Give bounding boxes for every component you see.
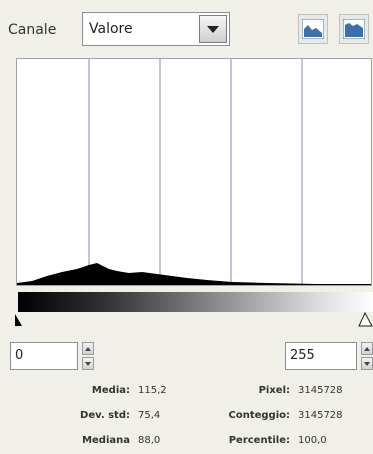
high-range-handle[interactable] [358,312,373,327]
low-range-spinner[interactable] [82,342,94,370]
percentile-value: 100,0 [298,435,327,446]
logarithmic-histogram-icon [343,19,365,39]
stddev-value: 75,4 [138,410,161,421]
mean-value: 115,2 [138,385,167,396]
chevron-down-icon [207,25,219,33]
percentile-label: Percentile: [228,435,290,446]
low-range-input[interactable]: 0 [10,342,78,370]
logarithmic-histogram-button[interactable] [339,14,369,44]
spin-up-button[interactable] [361,342,373,355]
channel-select[interactable]: Valore [82,12,230,46]
value-gradient-bar [18,292,373,312]
mean-label: Media: [91,385,130,396]
histogram-view[interactable] [16,58,372,286]
median-value: 88,0 [138,435,161,446]
spin-up-button[interactable] [82,342,94,355]
count-value: 3145728 [298,410,343,421]
pixels-value: 3145728 [298,385,343,396]
chevron-down-icon [364,361,370,366]
channel-label: Canale [8,22,57,38]
spin-down-button[interactable] [361,357,373,370]
histogram-curve [17,263,371,285]
channel-dropdown-button[interactable] [199,15,227,43]
linear-histogram-icon [302,19,324,39]
linear-histogram-button[interactable] [298,14,328,44]
high-range-input[interactable]: 255 [285,342,357,370]
spin-down-button[interactable] [82,357,94,370]
chevron-up-icon [364,346,370,351]
pixels-label: Pixel: [258,385,290,396]
count-label: Conteggio: [228,410,290,421]
high-range-spinner[interactable] [361,342,373,370]
chevron-down-icon [85,361,91,366]
chevron-up-icon [85,346,91,351]
stddev-label: Dev. std: [80,410,130,421]
median-label: Mediana [82,435,130,446]
histogram-plot [17,59,371,285]
channel-select-value: Valore [89,21,133,37]
low-range-handle[interactable] [15,314,22,326]
